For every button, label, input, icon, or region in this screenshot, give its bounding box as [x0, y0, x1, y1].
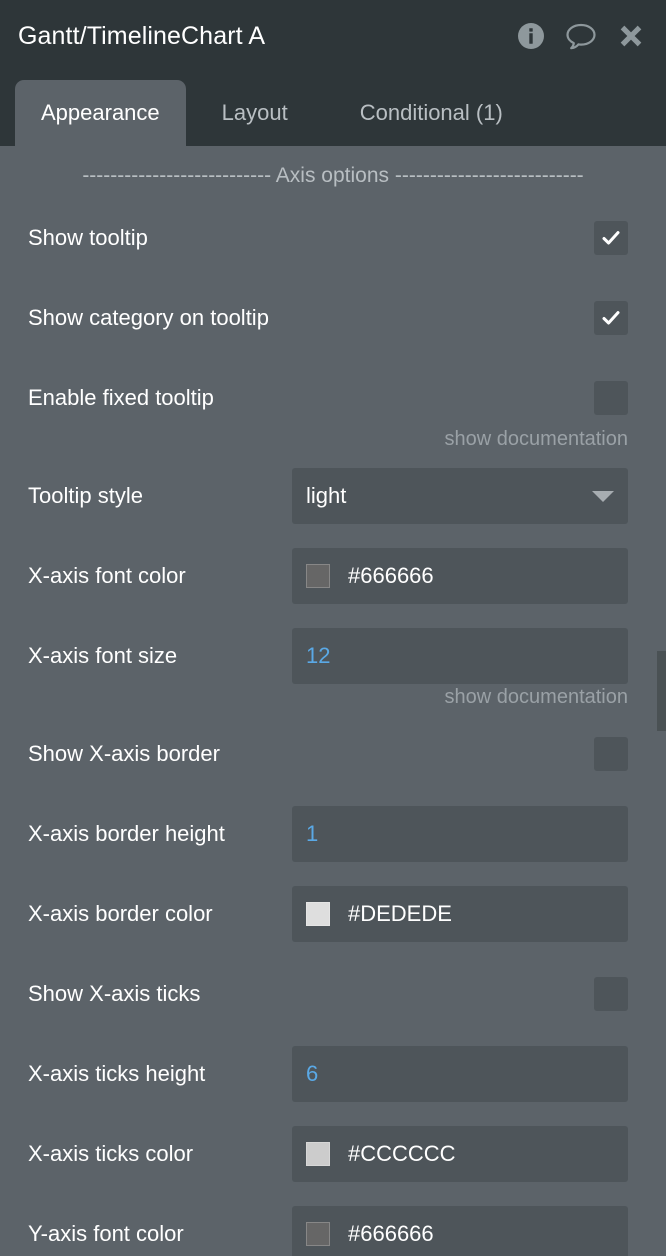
section-divider-axis-options: --------------------------- Axis options… [82, 164, 584, 187]
row-label: X-axis ticks height [28, 1061, 206, 1086]
page-title: Gantt/TimelineChart A [18, 21, 266, 50]
color-swatch[interactable] [306, 1142, 330, 1166]
row-label: X-axis ticks color [28, 1141, 194, 1166]
color-field-y-axis-font-color[interactable]: #666666 [292, 1206, 628, 1256]
info-icon[interactable] [514, 19, 548, 53]
row-label: Show X-axis ticks [28, 981, 201, 1006]
tab-layout[interactable]: Layout [186, 80, 324, 146]
row-show-x-axis-ticks: Show X-axis ticks [0, 954, 666, 1034]
checkbox-show-x-axis-ticks[interactable] [594, 977, 628, 1011]
row-label: X-axis border height [28, 821, 225, 846]
titlebar: Gantt/TimelineChart A [0, 0, 666, 72]
input-x-axis-ticks-height[interactable]: 6 [292, 1046, 628, 1102]
tab-layout-label: Layout [221, 100, 288, 125]
color-swatch[interactable] [306, 1222, 330, 1246]
select-value: light [306, 483, 347, 508]
row-show-tooltip: Show tooltip [0, 198, 666, 278]
row-control: #666666 [292, 548, 628, 604]
comment-icon[interactable] [564, 19, 598, 53]
color-field-x-axis-font-color[interactable]: #666666 [292, 548, 628, 604]
chevron-down-icon [592, 490, 614, 502]
row-control [594, 221, 628, 255]
row-show-category-on-tooltip: Show category on tooltip [0, 278, 666, 358]
close-icon[interactable] [614, 19, 648, 53]
input-value: 12 [306, 643, 331, 668]
tab-appearance[interactable]: Appearance [15, 80, 186, 146]
select-tooltip-style[interactable]: light [292, 468, 628, 524]
color-value: #DEDEDE [348, 901, 452, 926]
tab-conditional-label: Conditional (1) [359, 100, 503, 125]
row-control: light [292, 468, 628, 524]
row-x-axis-ticks-height: X-axis ticks height 6 [0, 1034, 666, 1114]
checkbox-show-category-on-tooltip[interactable] [594, 301, 628, 335]
options-list: --------------------------- Axis options… [0, 146, 666, 1256]
tab-bar: Appearance Layout Conditional (1) [0, 72, 666, 146]
doc-row-x-axis-font-size: show documentation [0, 680, 666, 714]
show-documentation-link[interactable]: show documentation [445, 686, 628, 709]
row-label: Tooltip style [28, 483, 143, 508]
checkbox-show-x-axis-border[interactable] [594, 737, 628, 771]
row-control: 6 [292, 1046, 628, 1102]
color-field-x-axis-ticks-color[interactable]: #CCCCCC [292, 1126, 628, 1182]
row-x-axis-border-color: X-axis border color #DEDEDE [0, 874, 666, 954]
row-control: #DEDEDE [292, 886, 628, 942]
doc-row-enable-fixed-tooltip: show documentation [0, 422, 666, 456]
row-label: Show tooltip [28, 225, 148, 250]
row-label: Y-axis font color [28, 1221, 184, 1246]
input-value: 6 [306, 1061, 319, 1086]
row-label: X-axis font size [28, 643, 178, 668]
row-control: #CCCCCC [292, 1126, 628, 1182]
row-label: Show category on tooltip [28, 305, 269, 330]
row-label: Show X-axis border [28, 741, 220, 766]
row-x-axis-ticks-color: X-axis ticks color #CCCCCC [0, 1114, 666, 1194]
color-swatch[interactable] [306, 902, 330, 926]
row-x-axis-border-height: X-axis border height 1 [0, 794, 666, 874]
row-control [594, 381, 628, 415]
checkbox-enable-fixed-tooltip[interactable] [594, 381, 628, 415]
row-label: Enable fixed tooltip [28, 385, 214, 410]
row-control: 12 [292, 628, 628, 684]
input-x-axis-border-height[interactable]: 1 [292, 806, 628, 862]
row-show-x-axis-border: Show X-axis border [0, 714, 666, 794]
row-control: #666666 [292, 1206, 628, 1256]
row-label: X-axis font color [28, 563, 186, 588]
row-x-axis-font-color: X-axis font color #666666 [0, 536, 666, 616]
checkbox-show-tooltip[interactable] [594, 221, 628, 255]
scrollbar-track[interactable] [657, 146, 666, 1256]
row-tooltip-style: Tooltip style light [0, 456, 666, 536]
row-label: X-axis border color [28, 901, 213, 926]
row-control [594, 977, 628, 1011]
color-swatch[interactable] [306, 564, 330, 588]
row-control [594, 737, 628, 771]
input-value: 1 [306, 821, 319, 846]
chart-settings-panel: Gantt/TimelineChart A Appearance Layout … [0, 0, 666, 1256]
tab-appearance-label: Appearance [41, 100, 160, 125]
titlebar-actions [514, 19, 648, 53]
color-value: #666666 [348, 1221, 434, 1246]
row-y-axis-font-color: Y-axis font color #666666 [0, 1194, 666, 1256]
row-control [594, 301, 628, 335]
color-field-x-axis-border-color[interactable]: #DEDEDE [292, 886, 628, 942]
row-control: 1 [292, 806, 628, 862]
color-value: #666666 [348, 563, 434, 588]
input-x-axis-font-size[interactable]: 12 [292, 628, 628, 684]
show-documentation-link[interactable]: show documentation [445, 428, 628, 451]
scrollbar-thumb[interactable] [657, 651, 666, 731]
color-value: #CCCCCC [348, 1141, 456, 1166]
tab-conditional[interactable]: Conditional (1) [324, 80, 539, 146]
